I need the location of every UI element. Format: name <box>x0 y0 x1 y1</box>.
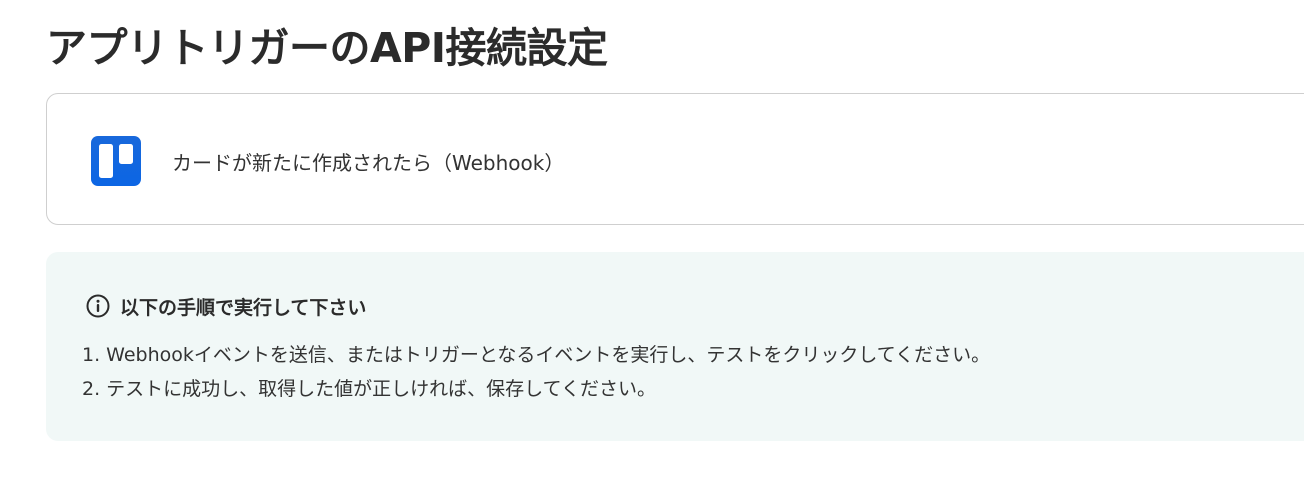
trigger-label: カードが新たに作成されたら（Webhook） <box>172 151 565 175</box>
instructions-header: 以下の手順で実行して下さい <box>86 292 366 320</box>
instructions-steps: 1. Webhookイベントを送信、またはトリガーとなるイベントを実行し、テスト… <box>82 338 990 406</box>
app-trigger-settings-page: アプリトリガーのAPI接続設定 カードが新たに作成されたら（Webhook） 以… <box>0 0 1304 485</box>
info-icon <box>86 294 110 318</box>
instruction-step: 2. テストに成功し、取得した値が正しければ、保存してください。 <box>82 378 657 400</box>
instructions-title: 以下の手順で実行して下さい <box>120 296 367 319</box>
instructions-panel: 以下の手順で実行して下さい 1. Webhookイベントを送信、またはトリガーと… <box>46 252 1304 441</box>
page-title: アプリトリガーのAPI接続設定 <box>46 24 608 72</box>
trello-icon <box>91 136 141 186</box>
instruction-step: 1. Webhookイベントを送信、またはトリガーとなるイベントを実行し、テスト… <box>82 344 991 366</box>
trigger-card[interactable]: カードが新たに作成されたら（Webhook） <box>46 93 1304 225</box>
